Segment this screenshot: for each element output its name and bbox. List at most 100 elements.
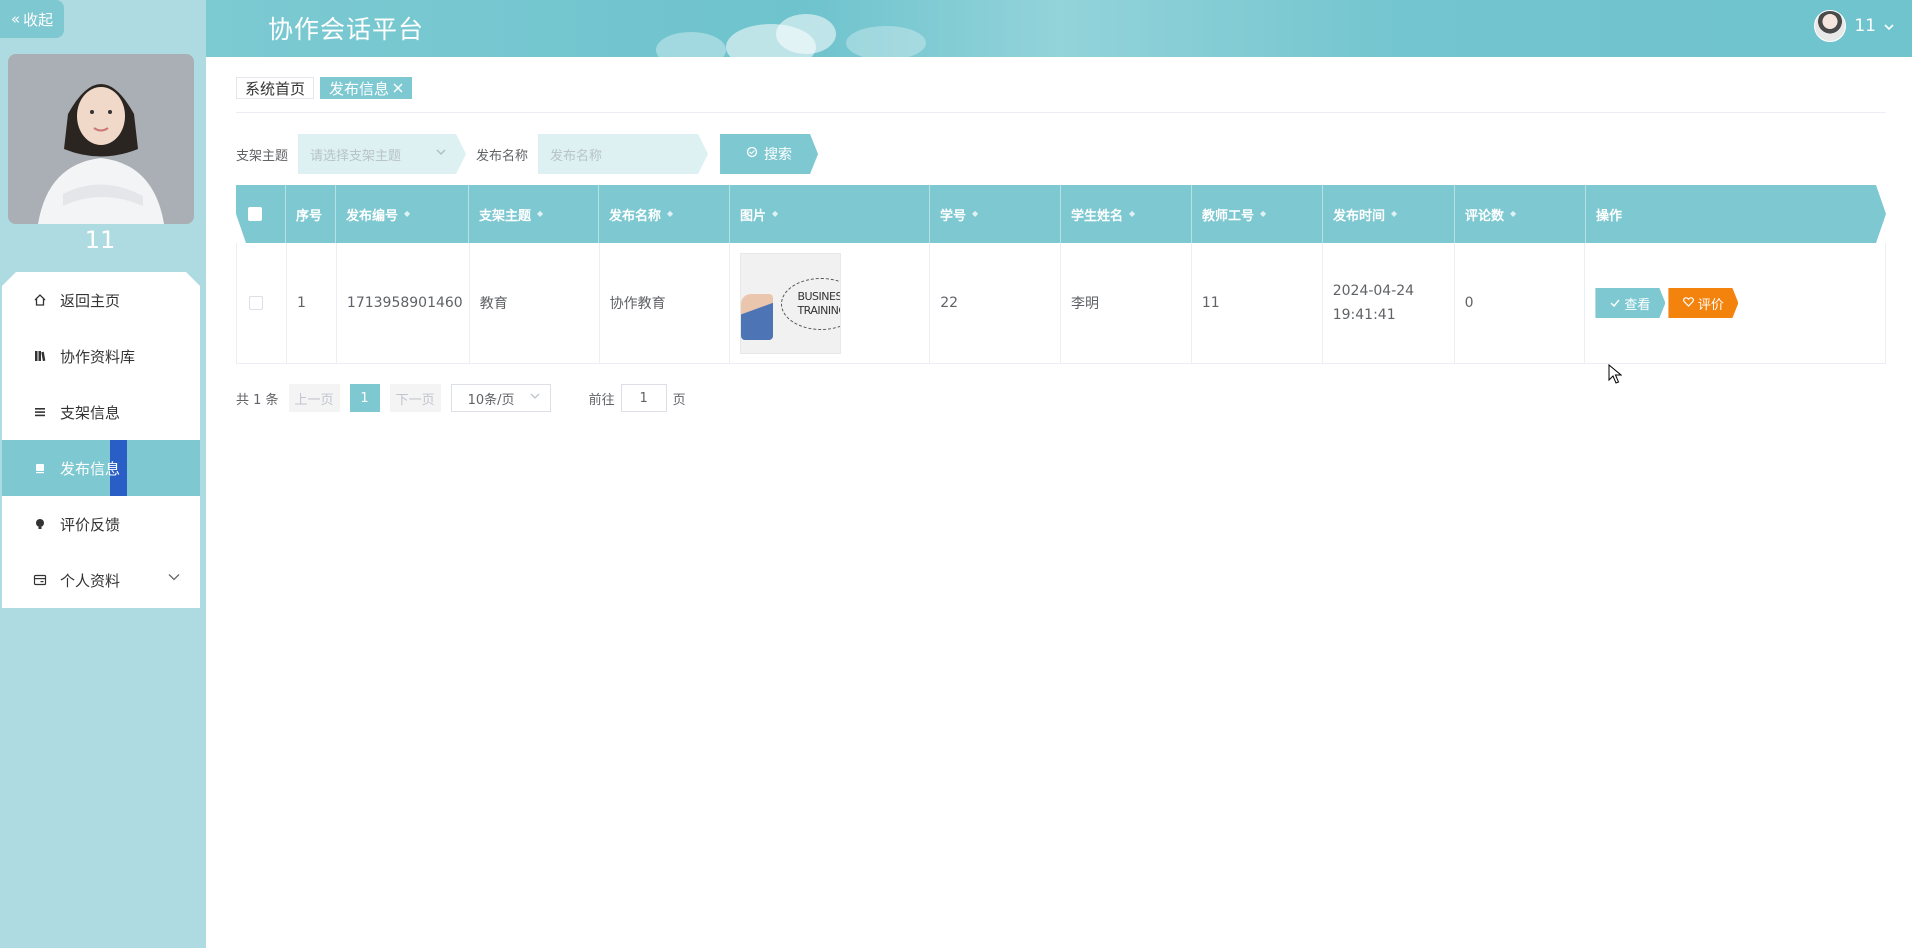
mouse-cursor-icon — [1608, 364, 1622, 384]
column-header[interactable]: 学生姓名 ◆ — [1061, 185, 1192, 243]
hand-marker-graphic — [741, 293, 774, 340]
sidebar-item-label: 个人资料 — [60, 571, 121, 590]
list-icon — [32, 405, 48, 419]
sort-icon[interactable]: ◆ — [1391, 210, 1397, 218]
cloud-decoration — [656, 32, 726, 57]
sidebar-item-label: 发布信息 — [60, 459, 121, 478]
double-chevron-left-icon: « — [10, 10, 21, 28]
sidebar-item-label: 返回主页 — [60, 291, 121, 310]
column-header[interactable]: 发布名称 ◆ — [599, 185, 730, 243]
column-header[interactable]: 教师工号 ◆ — [1192, 185, 1323, 243]
sort-icon[interactable]: ◆ — [1510, 210, 1516, 218]
sidebar-item-profile[interactable]: 个人资料 — [2, 552, 200, 608]
profile-icon — [32, 573, 48, 587]
sidebar-item-feedback[interactable]: 评价反馈 — [2, 496, 200, 552]
sidebar-item-home[interactable]: 返回主页 — [2, 272, 200, 328]
image-text: BUSINESS — [797, 289, 842, 303]
column-header[interactable]: 发布时间 ◆ — [1323, 185, 1455, 243]
user-menu[interactable]: 11 — [1814, 10, 1894, 42]
sidebar-username: 11 — [84, 226, 116, 254]
page-size-value: 10条/页 — [467, 392, 515, 408]
view-button[interactable]: 查看 — [1595, 288, 1666, 318]
name-input[interactable]: 发布名称 — [538, 134, 709, 174]
name-label: 发布名称 — [476, 148, 529, 164]
page-number-button[interactable]: 1 — [349, 384, 380, 412]
sort-icon[interactable]: ◆ — [667, 210, 673, 218]
chevron-down-icon — [1884, 16, 1894, 36]
cell-teacher-no: 11 — [1192, 243, 1323, 363]
cell-code: 1713958901460 — [337, 243, 470, 363]
select-all-cell — [236, 185, 286, 243]
search-button-label: 搜索 — [764, 147, 793, 163]
view-button-label: 查看 — [1624, 297, 1651, 313]
check-icon — [1610, 296, 1620, 311]
tag-publish[interactable]: 发布信息 — [320, 77, 413, 99]
table-row: 1 1713958901460 教育 协作教育 BUSINESS TRAININ… — [236, 243, 1886, 364]
prev-page-button[interactable]: 上一页 — [288, 384, 340, 412]
column-header[interactable]: 发布编号 ◆ — [336, 185, 469, 243]
cell-comments: 0 — [1455, 243, 1586, 363]
sidebar-item-label: 评价反馈 — [60, 515, 121, 534]
sidebar-item-scaffold[interactable]: 支架信息 — [2, 384, 200, 440]
sidebar-item-label: 支架信息 — [60, 403, 121, 422]
sort-icon[interactable]: ◆ — [972, 210, 978, 218]
sidebar-avatar — [8, 54, 194, 224]
sort-icon[interactable]: ◆ — [1129, 210, 1135, 218]
search-button[interactable]: 搜索 — [720, 134, 819, 174]
tag-home[interactable]: 系统首页 — [236, 77, 315, 99]
cell-image: BUSINESS TRAINING — [730, 243, 931, 363]
name-placeholder: 发布名称 — [550, 148, 603, 164]
collapse-label: 收起 — [23, 10, 54, 29]
sort-icon[interactable]: ◆ — [404, 210, 410, 218]
goto-label: 前往 — [588, 392, 615, 408]
cloud-decoration — [776, 14, 836, 54]
select-all-checkbox[interactable] — [248, 207, 262, 221]
tag-bar: 系统首页 发布信息 — [236, 77, 1886, 113]
column-header[interactable]: 评论数 ◆ — [1455, 185, 1586, 243]
rate-button[interactable]: 评价 — [1668, 288, 1739, 318]
top-header: 协作会话平台 11 — [206, 0, 1912, 57]
image-text: TRAINING — [797, 303, 840, 317]
topic-label: 支架主题 — [236, 148, 289, 164]
library-icon — [32, 349, 48, 363]
thumbnail-image[interactable]: BUSINESS TRAINING — [740, 252, 842, 354]
tag-label: 发布信息 — [329, 79, 390, 98]
app-title: 协作会话平台 — [268, 15, 425, 44]
sidebar-item-library[interactable]: 协作资料库 — [2, 328, 200, 384]
tag-label: 系统首页 — [245, 79, 306, 98]
goto-page-input[interactable] — [620, 384, 667, 412]
topic-select[interactable]: 请选择支架主题 — [298, 134, 467, 174]
sidebar-item-publish[interactable]: 发布信息 — [2, 440, 200, 496]
cell-name: 协作教育 — [600, 243, 731, 363]
chevron-down-icon — [530, 392, 540, 403]
rate-button-label: 评价 — [1697, 297, 1724, 313]
main-content: 系统首页 发布信息 支架主题 请选择支架主题 发布名称 发布名称 搜索 序号 发… — [206, 57, 1912, 948]
sort-icon[interactable]: ◆ — [1260, 210, 1266, 218]
row-checkbox[interactable] — [249, 296, 263, 310]
sort-icon[interactable]: ◆ — [537, 210, 543, 218]
close-icon[interactable] — [393, 79, 403, 97]
page-unit-label: 页 — [672, 392, 686, 408]
row-select-cell — [237, 243, 287, 363]
chevron-down-icon — [436, 146, 446, 159]
page-jump: 前往 页 — [589, 384, 686, 412]
next-page-button[interactable]: 下一页 — [389, 384, 441, 412]
column-header[interactable]: 学号 ◆ — [930, 185, 1061, 243]
header-username: 11 — [1854, 16, 1876, 36]
cell-topic: 教育 — [470, 243, 600, 363]
chevron-down-icon — [168, 570, 180, 584]
column-header[interactable]: 图片 ◆ — [730, 185, 930, 243]
column-header[interactable]: 支架主题 ◆ — [469, 185, 599, 243]
data-table: 序号 发布编号 ◆ 支架主题 ◆ 发布名称 ◆ 图片 ◆ 学号 ◆ 学生姓名 ◆ 教师工号 ◆… — [236, 185, 1886, 364]
cell-actions: 查看 评价 — [1585, 243, 1885, 363]
sort-icon[interactable]: ◆ — [772, 210, 778, 218]
sidebar: « 收起 11 返回主页 协作资料库 支架信息 发布信息 评价反馈 个人资料 — [0, 0, 206, 948]
page-size-select[interactable]: 10条/页 — [450, 384, 551, 412]
sidebar-item-label: 协作资料库 — [60, 347, 136, 366]
total-count: 共 1 条 — [236, 392, 279, 408]
pagination: 共 1 条 上一页 1 下一页 10条/页 前往 页 — [236, 384, 686, 412]
search-icon — [746, 146, 758, 162]
cell-student-name: 李明 — [1061, 243, 1192, 363]
topic-placeholder: 请选择支架主题 — [310, 148, 402, 164]
collapse-button[interactable]: « 收起 — [0, 0, 64, 38]
